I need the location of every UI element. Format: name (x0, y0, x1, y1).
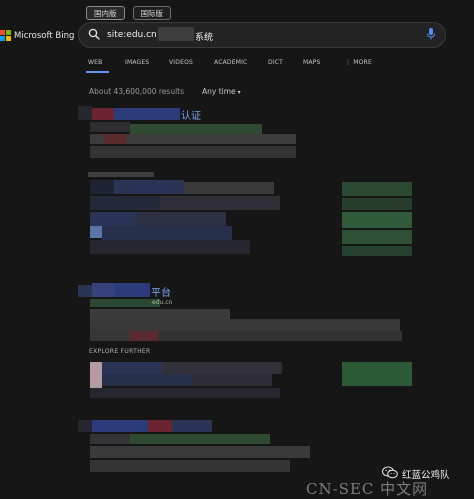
explore-further-label: EXPLORE FURTHER (89, 348, 151, 355)
redacted-block (90, 180, 114, 194)
logo-text: Microsoft Bing (14, 30, 75, 41)
redacted-block (90, 196, 160, 210)
redacted-block (126, 134, 296, 144)
redacted-block (136, 212, 226, 226)
redacted-block (130, 434, 270, 444)
tab-academic[interactable]: ACADEMIC (214, 59, 268, 67)
redacted-block (342, 362, 412, 386)
redacted-block (90, 388, 280, 398)
time-filter[interactable]: Any time ▾ (202, 87, 241, 96)
redacted-block (90, 146, 296, 158)
search-icon[interactable] (88, 28, 100, 40)
redacted-block (114, 180, 184, 194)
redacted-block (90, 319, 400, 331)
tab-images[interactable]: IMAGES (125, 59, 169, 67)
redacted-query-part (158, 27, 194, 41)
redacted-block (90, 240, 250, 254)
chevron-down-icon: ▾ (237, 89, 241, 96)
redacted-block (342, 198, 412, 210)
microsoft-logo-icon (0, 30, 11, 41)
tab-dict[interactable]: DICT (268, 59, 303, 67)
time-filter-label: Any time (202, 87, 236, 96)
redacted-block (90, 226, 102, 238)
redacted-block (90, 434, 130, 444)
redacted-block (90, 212, 136, 226)
redacted-block (90, 309, 230, 319)
redacted-block (104, 134, 126, 144)
redacted-block (148, 420, 172, 432)
tab-maps[interactable]: MAPS (303, 59, 345, 67)
result-count: About 43,600,000 results (89, 87, 185, 96)
redacted-block (114, 283, 150, 297)
redacted-block (90, 446, 310, 458)
redacted-block (92, 108, 114, 120)
redacted-block (114, 108, 180, 120)
redacted-block (90, 134, 104, 144)
redacted-block (90, 122, 130, 132)
redacted-block (342, 212, 412, 228)
redacted-block (160, 196, 280, 210)
active-tab-indicator (86, 71, 109, 73)
redacted-block (162, 362, 282, 374)
redacted-block (90, 460, 290, 472)
redacted-block (102, 226, 232, 240)
redacted-block (90, 331, 130, 341)
redacted-block (158, 331, 402, 341)
region-tab-domestic[interactable]: 国内版 (86, 6, 125, 20)
search-query-suffix[interactable]: 系统 (195, 30, 213, 43)
redacted-block (192, 374, 272, 386)
redacted-block (90, 299, 160, 307)
redacted-block (102, 374, 192, 386)
result-title[interactable]: 认证 (181, 107, 201, 122)
redacted-block (184, 182, 274, 194)
tab-more[interactable]: ⋮ MORE (345, 59, 375, 67)
tab-videos[interactable]: VIDEOS (169, 59, 214, 67)
redacted-block (90, 362, 102, 388)
redacted-block (102, 362, 162, 374)
region-tabs: 国内版 国际版 (86, 6, 171, 20)
redacted-block (130, 331, 158, 341)
bing-logo[interactable]: Microsoft Bing (0, 30, 74, 41)
redacted-block (78, 285, 92, 297)
redacted-block (342, 230, 412, 244)
redacted-block (130, 124, 262, 134)
search-query-text[interactable]: site:edu.cn (107, 30, 157, 40)
result-title[interactable]: 平台 (151, 284, 171, 299)
redacted-block (78, 420, 92, 432)
redacted-block (172, 420, 212, 432)
region-tab-international[interactable]: 国际版 (132, 6, 171, 20)
redacted-block (92, 283, 114, 297)
redacted-block (88, 172, 154, 177)
tab-web[interactable]: WEB (88, 59, 125, 67)
redacted-block (78, 106, 92, 120)
microphone-icon[interactable] (426, 27, 436, 41)
result-url[interactable]: edu.cn (152, 299, 172, 306)
search-nav: WEB IMAGES VIDEOS ACADEMIC DICT MAPS ⋮ M… (88, 59, 375, 67)
redacted-block (342, 182, 412, 196)
redacted-block (342, 246, 412, 256)
redacted-block (92, 420, 148, 432)
watermark-site: CN-SEC 中文网 (306, 480, 429, 498)
